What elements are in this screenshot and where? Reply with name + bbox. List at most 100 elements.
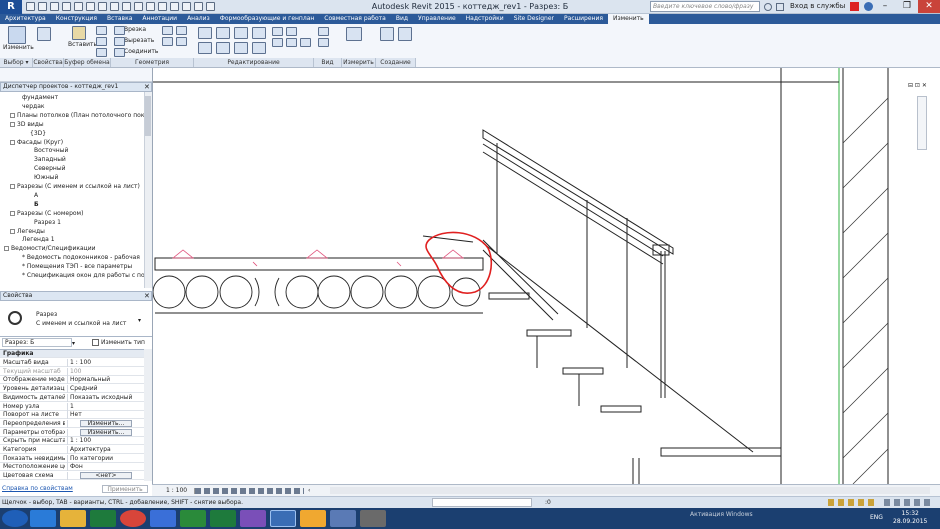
paste-icon[interactable]	[72, 26, 86, 40]
tab-extensions[interactable]: Расширения	[559, 14, 608, 24]
property-row[interactable]: Категория Архитектура	[0, 446, 144, 454]
split-element-icon[interactable]	[272, 27, 283, 36]
tree-item[interactable]: Разрезы (С именем и ссылкой на лист)	[10, 183, 140, 191]
mirror-draw-icon[interactable]	[252, 27, 266, 39]
delete-icon[interactable]	[300, 38, 311, 47]
exchange-apps-icon[interactable]	[850, 2, 859, 11]
offset-icon[interactable]	[216, 27, 230, 39]
expand-icon[interactable]	[4, 246, 9, 252]
mirror-axis-icon[interactable]	[234, 27, 248, 39]
tree-item[interactable]: 3D виды	[10, 121, 44, 129]
copy-icon[interactable]	[96, 37, 107, 46]
override-graphics-icon[interactable]	[318, 27, 329, 36]
minimize-button[interactable]: –	[874, 0, 896, 13]
tree-item[interactable]: Западный	[34, 156, 66, 164]
drawing-area[interactable]: ⊟ ⊡ ✕	[152, 68, 940, 485]
property-value[interactable]: 1 : 100	[67, 437, 144, 446]
maximize-button[interactable]: ❐	[896, 0, 918, 13]
modify-select-icon[interactable]	[8, 26, 26, 44]
expand-icon[interactable]	[10, 210, 15, 216]
property-value[interactable]: Изменить...	[67, 419, 144, 428]
tree-item[interactable]: А	[34, 192, 38, 200]
linework-icon[interactable]	[318, 38, 329, 47]
cope-icon[interactable]	[114, 26, 125, 35]
rotate-icon[interactable]	[234, 42, 248, 54]
paint-icon[interactable]	[162, 37, 173, 46]
trim-extend-icon[interactable]	[252, 42, 266, 54]
tree-item[interactable]: Планы потолков (План потолочного покрыт	[10, 112, 157, 120]
cut-icon[interactable]	[96, 26, 107, 35]
chrome-icon[interactable]	[120, 510, 146, 527]
search-input[interactable]: Введите ключевое слово/фразу	[650, 1, 760, 12]
tree-item[interactable]: * Помещения ТЭП - все параметры	[22, 263, 132, 271]
copy-element-icon[interactable]	[216, 42, 230, 54]
redo-icon[interactable]	[74, 2, 83, 11]
pin-icon[interactable]	[286, 38, 297, 47]
tab-addins[interactable]: Надстройки	[461, 14, 509, 24]
cut-geometry-button[interactable]: Вырезать	[124, 37, 154, 44]
property-row[interactable]: Текущий масштаб 100	[0, 367, 144, 376]
property-row[interactable]: Поворот на листе Нет	[0, 411, 144, 420]
close-icon[interactable]: ✕	[144, 291, 150, 301]
switch-windows-icon[interactable]	[194, 2, 203, 11]
property-row[interactable]: Цветовая схема <нет>	[0, 472, 144, 481]
open-icon[interactable]	[26, 2, 35, 11]
tag-icon[interactable]	[122, 2, 131, 11]
tab-site-designer[interactable]: Site Designer	[509, 14, 559, 24]
property-row[interactable]: Параметры отображ... Изменить...	[0, 428, 144, 437]
apply-button[interactable]: Применить	[102, 485, 148, 493]
language-indicator[interactable]: ENG	[870, 514, 883, 521]
property-value[interactable]: 1 : 100	[67, 359, 144, 367]
type-selector[interactable]: Разрез С именем и ссылкой на лист ▾	[0, 301, 152, 337]
property-row[interactable]: Отображение модели Нормальный	[0, 376, 144, 385]
tree-item[interactable]: Восточный	[34, 147, 68, 155]
start-icon[interactable]	[2, 510, 28, 527]
move-icon[interactable]	[198, 42, 212, 54]
revit-icon[interactable]	[270, 510, 296, 527]
tab-collaborate[interactable]: Совместная работа	[319, 14, 391, 24]
navigation-bar[interactable]	[917, 96, 927, 150]
tree-item[interactable]: Северный	[34, 165, 65, 173]
game-icon[interactable]	[360, 510, 386, 527]
tab-annotate[interactable]: Аннотации	[137, 14, 182, 24]
explorer-icon[interactable]	[60, 510, 86, 527]
split-face-icon[interactable]	[176, 26, 187, 35]
tree-item[interactable]: Разрез 1	[34, 219, 61, 227]
chevron-down-icon[interactable]: ▾	[138, 317, 141, 324]
filter-icons[interactable]	[884, 499, 934, 506]
scrollbar-thumb[interactable]	[145, 96, 151, 136]
tab-insert[interactable]: Вставка	[102, 14, 137, 24]
close-button[interactable]: ✕	[918, 0, 940, 13]
join-icon[interactable]	[114, 48, 125, 57]
expand-icon[interactable]	[10, 112, 15, 118]
text-icon[interactable]	[134, 2, 143, 11]
sign-in-link[interactable]: Вход в службы	[790, 2, 845, 10]
tab-architecture[interactable]: Архитектура	[0, 14, 51, 24]
property-value[interactable]: Показать исходный	[67, 393, 144, 402]
property-value[interactable]: Изменить...	[67, 428, 144, 437]
tree-item[interactable]: Разрезы (С номером)	[10, 210, 83, 218]
property-row[interactable]: Скрыть при масштаб... 1 : 100	[0, 437, 144, 446]
section-view-drawing[interactable]	[152, 68, 940, 485]
property-row[interactable]: Местоположение це... Фон	[0, 463, 144, 472]
tree-item[interactable]: Б	[34, 201, 39, 209]
tree-item[interactable]: Ведомости/Спецификации	[4, 245, 96, 253]
tree-item[interactable]: Легенды	[10, 228, 45, 236]
thin-lines-icon[interactable]	[170, 2, 179, 11]
group-graphics[interactable]: Графика	[0, 350, 144, 358]
cut-geometry-icon[interactable]	[114, 37, 125, 46]
sheets-icon[interactable]	[180, 510, 206, 527]
undo-icon[interactable]	[62, 2, 71, 11]
save-icon[interactable]	[38, 2, 47, 11]
excel-icon[interactable]	[210, 510, 236, 527]
workset-field[interactable]	[432, 498, 532, 507]
tree-item[interactable]: Южный	[34, 174, 58, 182]
property-value[interactable]: Фон	[67, 463, 144, 472]
tree-item[interactable]: * Спецификация окон для работы с подокон	[22, 272, 164, 280]
clock[interactable]: 15:32 28.09.2015	[893, 510, 927, 526]
print-icon[interactable]	[86, 2, 95, 11]
tab-view[interactable]: Вид	[391, 14, 413, 24]
property-value[interactable]: Нормальный	[67, 376, 144, 385]
docs-icon[interactable]	[150, 510, 176, 527]
sketch-icon[interactable]	[300, 510, 326, 527]
